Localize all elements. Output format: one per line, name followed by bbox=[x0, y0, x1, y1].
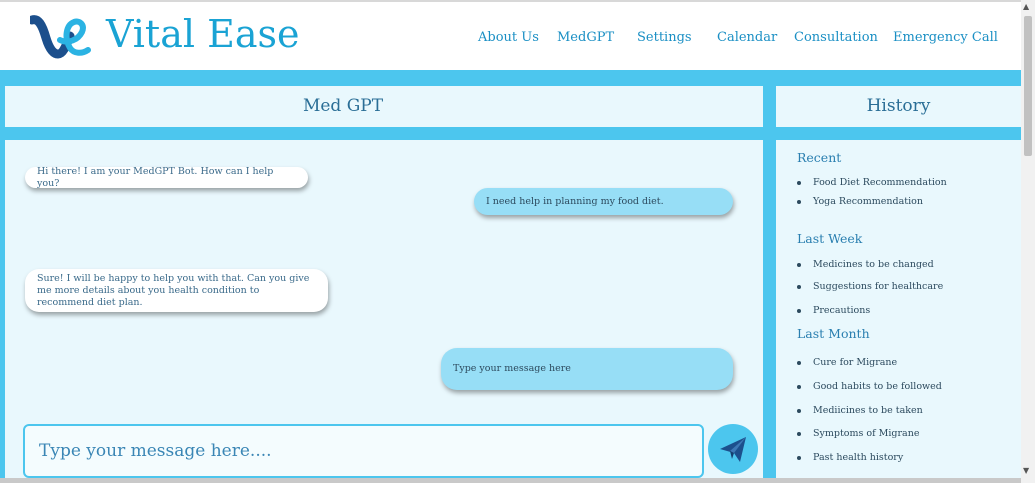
message-text: I need help in planning my food diet. bbox=[486, 195, 664, 207]
bullet-icon bbox=[797, 408, 801, 413]
header: Vital Ease About Us MedGPT Settings Cale… bbox=[0, 2, 1021, 70]
nav-consultation[interactable]: Consultation bbox=[794, 30, 878, 45]
bullet-icon bbox=[797, 455, 801, 460]
history-item[interactable]: Symptoms of Migrane bbox=[797, 428, 919, 439]
history-item[interactable]: Mediicines to be taken bbox=[797, 405, 923, 416]
history-item[interactable]: Medicines to be changed bbox=[797, 259, 934, 270]
history-item[interactable]: Cure for Migrane bbox=[797, 357, 897, 368]
nav-calendar[interactable]: Calendar bbox=[717, 30, 777, 45]
brand-name[interactable]: Vital Ease bbox=[106, 10, 299, 58]
history-item[interactable]: Good habits to be followed bbox=[797, 381, 942, 392]
history-item[interactable]: Food Diet Recommendation bbox=[797, 177, 947, 188]
history-item[interactable]: Yoga Recommendation bbox=[797, 196, 923, 207]
chat-message-user: I need help in planning my food diet. bbox=[474, 188, 733, 215]
nav-about-us[interactable]: About Us bbox=[478, 30, 539, 45]
scroll-up-icon[interactable]: ▲ bbox=[1023, 2, 1029, 11]
message-text: Type your message here bbox=[453, 363, 571, 374]
bullet-icon bbox=[797, 308, 801, 313]
chat-message-user: Type your message here bbox=[441, 348, 733, 390]
chat-message-bot: Sure! I will be happy to help you with t… bbox=[25, 269, 328, 312]
history-heading-last-week: Last Week bbox=[797, 231, 863, 246]
horizontal-scrollbar[interactable] bbox=[0, 478, 1021, 483]
bullet-icon bbox=[797, 360, 801, 365]
bullet-icon bbox=[797, 431, 801, 436]
message-input[interactable] bbox=[23, 424, 704, 478]
history-item[interactable]: Precautions bbox=[797, 305, 870, 316]
message-text: Hi there! I am your MedGPT Bot. How can … bbox=[37, 165, 274, 189]
bullet-icon bbox=[797, 180, 801, 185]
chat-title: Med GPT bbox=[302, 96, 384, 116]
bullet-icon bbox=[797, 199, 801, 204]
scrollbar-thumb[interactable] bbox=[1024, 16, 1032, 156]
bullet-icon bbox=[797, 384, 801, 389]
paper-plane-icon bbox=[720, 437, 746, 462]
bullet-icon bbox=[797, 284, 801, 289]
history-item[interactable]: Past health history bbox=[797, 452, 903, 463]
nav-emergency-call[interactable]: Emergency Call bbox=[893, 30, 998, 45]
nav-settings[interactable]: Settings bbox=[637, 30, 692, 45]
history-item[interactable]: Suggestions for healthcare bbox=[797, 281, 943, 292]
nav-medgpt[interactable]: MedGPT bbox=[557, 30, 614, 45]
send-button[interactable] bbox=[708, 424, 758, 474]
history-title: History bbox=[866, 96, 931, 116]
scroll-down-icon[interactable]: ▼ bbox=[1023, 466, 1029, 475]
bullet-icon bbox=[797, 262, 801, 267]
history-heading-last-month: Last Month bbox=[797, 326, 870, 341]
ve-logo-icon[interactable] bbox=[30, 10, 92, 60]
message-text: Sure! I will be happy to help you with t… bbox=[37, 272, 310, 308]
chat-message-bot: Hi there! I am your MedGPT Bot. How can … bbox=[25, 165, 308, 189]
history-heading-recent: Recent bbox=[797, 150, 842, 165]
